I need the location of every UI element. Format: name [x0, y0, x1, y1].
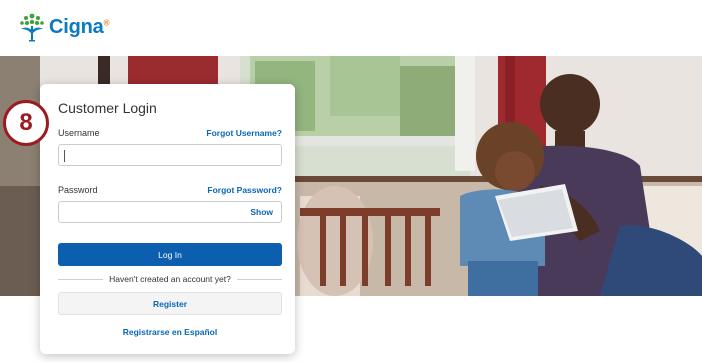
- step-number-badge: 8: [3, 100, 49, 146]
- forgot-username-link[interactable]: Forgot Username?: [206, 128, 282, 138]
- account-divider: Haven't created an account yet?: [58, 274, 282, 284]
- forgot-password-link[interactable]: Forgot Password?: [207, 185, 282, 195]
- show-password-button[interactable]: Show: [250, 207, 273, 217]
- no-account-text: Haven't created an account yet?: [109, 274, 231, 284]
- login-card: Customer Login Username Forgot Username?…: [40, 84, 295, 354]
- password-label: Password: [58, 185, 98, 195]
- cigna-logo[interactable]: Cigna®: [18, 12, 109, 42]
- register-button[interactable]: Register: [58, 292, 282, 315]
- divider-line: [58, 278, 104, 280]
- text-cursor: [64, 150, 65, 162]
- username-input[interactable]: [58, 144, 282, 166]
- username-label: Username: [58, 128, 100, 138]
- login-button[interactable]: Log In: [58, 243, 282, 266]
- username-row: Username Forgot Username?: [58, 128, 282, 138]
- tree-of-life-icon: [20, 13, 44, 42]
- site-header: Cigna®: [0, 0, 702, 56]
- page-title: Customer Login: [58, 100, 157, 116]
- password-row: Password Forgot Password?: [58, 185, 282, 195]
- register-spanish-link[interactable]: Registrarse en Español: [58, 327, 282, 337]
- brand-name: Cigna®: [49, 15, 110, 38]
- divider-line: [236, 278, 282, 280]
- password-input[interactable]: Show: [58, 201, 282, 223]
